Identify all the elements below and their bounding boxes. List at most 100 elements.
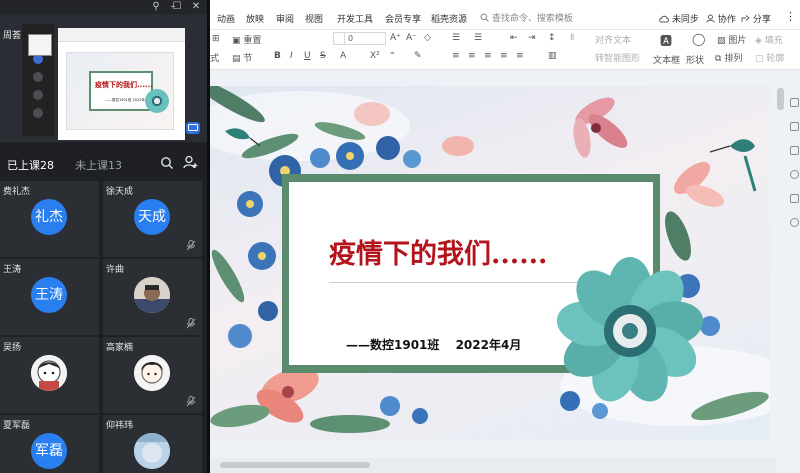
bold-button[interactable]: B xyxy=(274,51,281,61)
highlight-icon[interactable]: ✎ xyxy=(414,51,422,61)
student-tile[interactable]: 许曲 xyxy=(103,259,202,335)
image-icon: ▨ xyxy=(717,36,726,46)
menu-view[interactable]: 视图 xyxy=(305,12,323,25)
align-right-icon[interactable]: ≡ xyxy=(484,51,492,61)
convert-smartart-button[interactable]: 转智能图形 xyxy=(595,51,640,64)
slide-title[interactable]: 疫情下的我们...... xyxy=(329,232,547,271)
fill-icon: ◈ xyxy=(755,36,762,46)
section-left-label[interactable]: 式 xyxy=(210,51,219,64)
student-tile[interactable]: 王涛 王涛 xyxy=(0,259,99,335)
tab-joined[interactable]: 已上课28 xyxy=(7,157,54,173)
strikethrough-button[interactable]: S xyxy=(320,51,326,61)
font-grow-icon[interactable]: A⁺ xyxy=(390,33,401,43)
font-size-select[interactable]: 0 xyxy=(344,32,386,45)
font-color-button[interactable]: A xyxy=(340,51,346,61)
collab-button[interactable]: 协作 xyxy=(706,12,736,25)
menu-developer[interactable]: 开发工具 xyxy=(337,12,373,25)
line-spacing-icon[interactable]: ↕ xyxy=(548,33,556,43)
sidebar-tool-icon[interactable] xyxy=(790,146,799,155)
student-name: 吴扬 xyxy=(3,343,22,353)
mic-muted-icon xyxy=(186,396,196,407)
sidebar-tool-icon[interactable] xyxy=(790,122,799,131)
italic-button[interactable]: I xyxy=(290,51,293,61)
command-search[interactable]: 查找命令、搜索模板 xyxy=(480,11,573,24)
scrollbar-thumb[interactable] xyxy=(777,88,784,110)
avatar: 军磊 xyxy=(31,433,67,469)
collab-label: 协作 xyxy=(717,15,736,25)
distribute-icon[interactable]: ≡ xyxy=(516,51,524,61)
teacher-name: 周荟 xyxy=(3,31,22,41)
outline-button[interactable]: ▢ 轮廓 xyxy=(755,51,784,64)
indent-icon[interactable]: ⇤ xyxy=(510,33,518,43)
avatar-photo xyxy=(134,433,170,469)
tab-absent[interactable]: 未上课13 xyxy=(75,157,122,173)
reset-button[interactable]: ▣ 重置 xyxy=(232,33,261,46)
clear-format-icon[interactable]: ◇ xyxy=(424,33,431,43)
textbox-icon[interactable]: 🅰 xyxy=(660,32,672,49)
bullets-icon[interactable]: ☰ xyxy=(452,33,460,43)
image-button[interactable]: ▨ 图片 xyxy=(717,33,746,46)
search-icon[interactable] xyxy=(160,156,174,170)
textbox-button[interactable]: 文本框 xyxy=(653,53,680,66)
horizontal-scrollbar[interactable] xyxy=(210,458,776,473)
add-user-icon[interactable] xyxy=(183,155,198,170)
screen-share-preview[interactable]: 周荟 疫情下的我们...... ——数控1901班 2022年4月 xyxy=(0,14,207,142)
text-direction-icon[interactable]: Ⅱ xyxy=(570,33,574,43)
people-icon xyxy=(706,14,715,23)
student-tile[interactable]: 夏军磊 军磊 xyxy=(0,415,99,473)
student-tile[interactable]: 吴扬 xyxy=(0,337,99,413)
font-shrink-icon[interactable]: A⁻ xyxy=(406,33,417,43)
arrange-button[interactable]: ⧉ 排列 xyxy=(715,51,742,64)
menu-member[interactable]: 会员专享 xyxy=(385,12,421,25)
menu-animation[interactable]: 动画 xyxy=(217,12,235,25)
student-tile[interactable]: 高家楠 xyxy=(103,337,202,413)
menu-docer[interactable]: 稻壳资源 xyxy=(431,12,467,25)
numbering-icon[interactable]: ☰ xyxy=(474,33,482,43)
slide-canvas[interactable]: 疫情下的我们...... ——数控1901班 2022年4月 xyxy=(210,86,770,440)
sync-status[interactable]: 未同步 xyxy=(659,12,699,25)
justify-icon[interactable]: ≡ xyxy=(500,51,508,61)
ribbon-toolbar: ⊞ ▣ 重置 0 A⁺ A⁻ ◇ ☰ ☰ ⇤ ⇥ ↕ Ⅱ 对齐文本 🅰 ◯ ▨ … xyxy=(210,30,800,70)
vertical-scrollbar[interactable] xyxy=(776,86,785,458)
outdent-icon[interactable]: ⇥ xyxy=(528,33,536,43)
screen-share-icon[interactable] xyxy=(186,122,200,134)
sidebar-tool-icon[interactable] xyxy=(790,98,799,107)
sidebar-tool-icon[interactable] xyxy=(790,194,799,203)
student-tile[interactable]: 仰祎玮 xyxy=(103,415,202,473)
align-left-icon[interactable]: ≡ xyxy=(452,51,460,61)
sidebar-tool-icon[interactable] xyxy=(790,218,799,227)
wps-presentation-window: 动画 放映 审阅 视图 开发工具 会员专享 稻壳资源 查找命令、搜索模板 未同步… xyxy=(210,0,800,473)
pinyin-icon[interactable]: ⁼ xyxy=(390,51,395,61)
section-button[interactable]: ▤ 节 xyxy=(232,51,252,64)
student-tile[interactable]: 徐天成 天成 xyxy=(103,181,202,257)
pin-button[interactable]: ⚲ xyxy=(150,1,162,13)
more-menu-icon[interactable]: ⋮ xyxy=(785,10,796,23)
superscript-button[interactable]: X² xyxy=(370,51,380,61)
share-label: 分享 xyxy=(752,15,771,25)
classroom-panel: ⚲ – ☐ ✕ 周荟 疫情下的我们...... ——数控1901班 2022年4… xyxy=(0,0,207,473)
mini-toolbar xyxy=(58,28,185,42)
mini-slide-thumbnail xyxy=(28,34,52,56)
image-label: 图片 xyxy=(728,36,747,46)
slide-subtitle[interactable]: ——数控1901班 2022年4月 xyxy=(346,336,521,353)
student-name: 许曲 xyxy=(106,265,125,275)
share-button[interactable]: 分享 xyxy=(741,12,771,25)
mini-card: 疫情下的我们...... ——数控1901班 2022年4月 xyxy=(89,71,153,111)
columns-icon[interactable]: ▥ xyxy=(548,51,557,61)
underline-button[interactable]: U xyxy=(304,51,311,61)
student-tile[interactable]: 费礼杰 礼杰 xyxy=(0,181,99,257)
layout-icon[interactable]: ⊞ xyxy=(212,34,220,44)
align-text-button[interactable]: 对齐文本 xyxy=(595,33,631,46)
shape-button[interactable]: 形状 xyxy=(686,53,704,66)
avatar: 礼杰 xyxy=(31,199,67,235)
maximize-button[interactable]: ☐ xyxy=(171,1,183,13)
fill-button[interactable]: ◈ 填充 xyxy=(755,33,783,46)
shape-icon[interactable]: ◯ xyxy=(692,32,705,46)
menu-slideshow[interactable]: 放映 xyxy=(246,12,264,25)
arrange-icon: ⧉ xyxy=(715,54,722,64)
horizontal-scrollbar-thumb[interactable] xyxy=(220,462,370,468)
align-center-icon[interactable]: ≡ xyxy=(468,51,476,61)
menu-review[interactable]: 审阅 xyxy=(276,12,294,25)
sidebar-tool-icon[interactable] xyxy=(790,170,799,179)
close-button[interactable]: ✕ xyxy=(190,1,202,13)
